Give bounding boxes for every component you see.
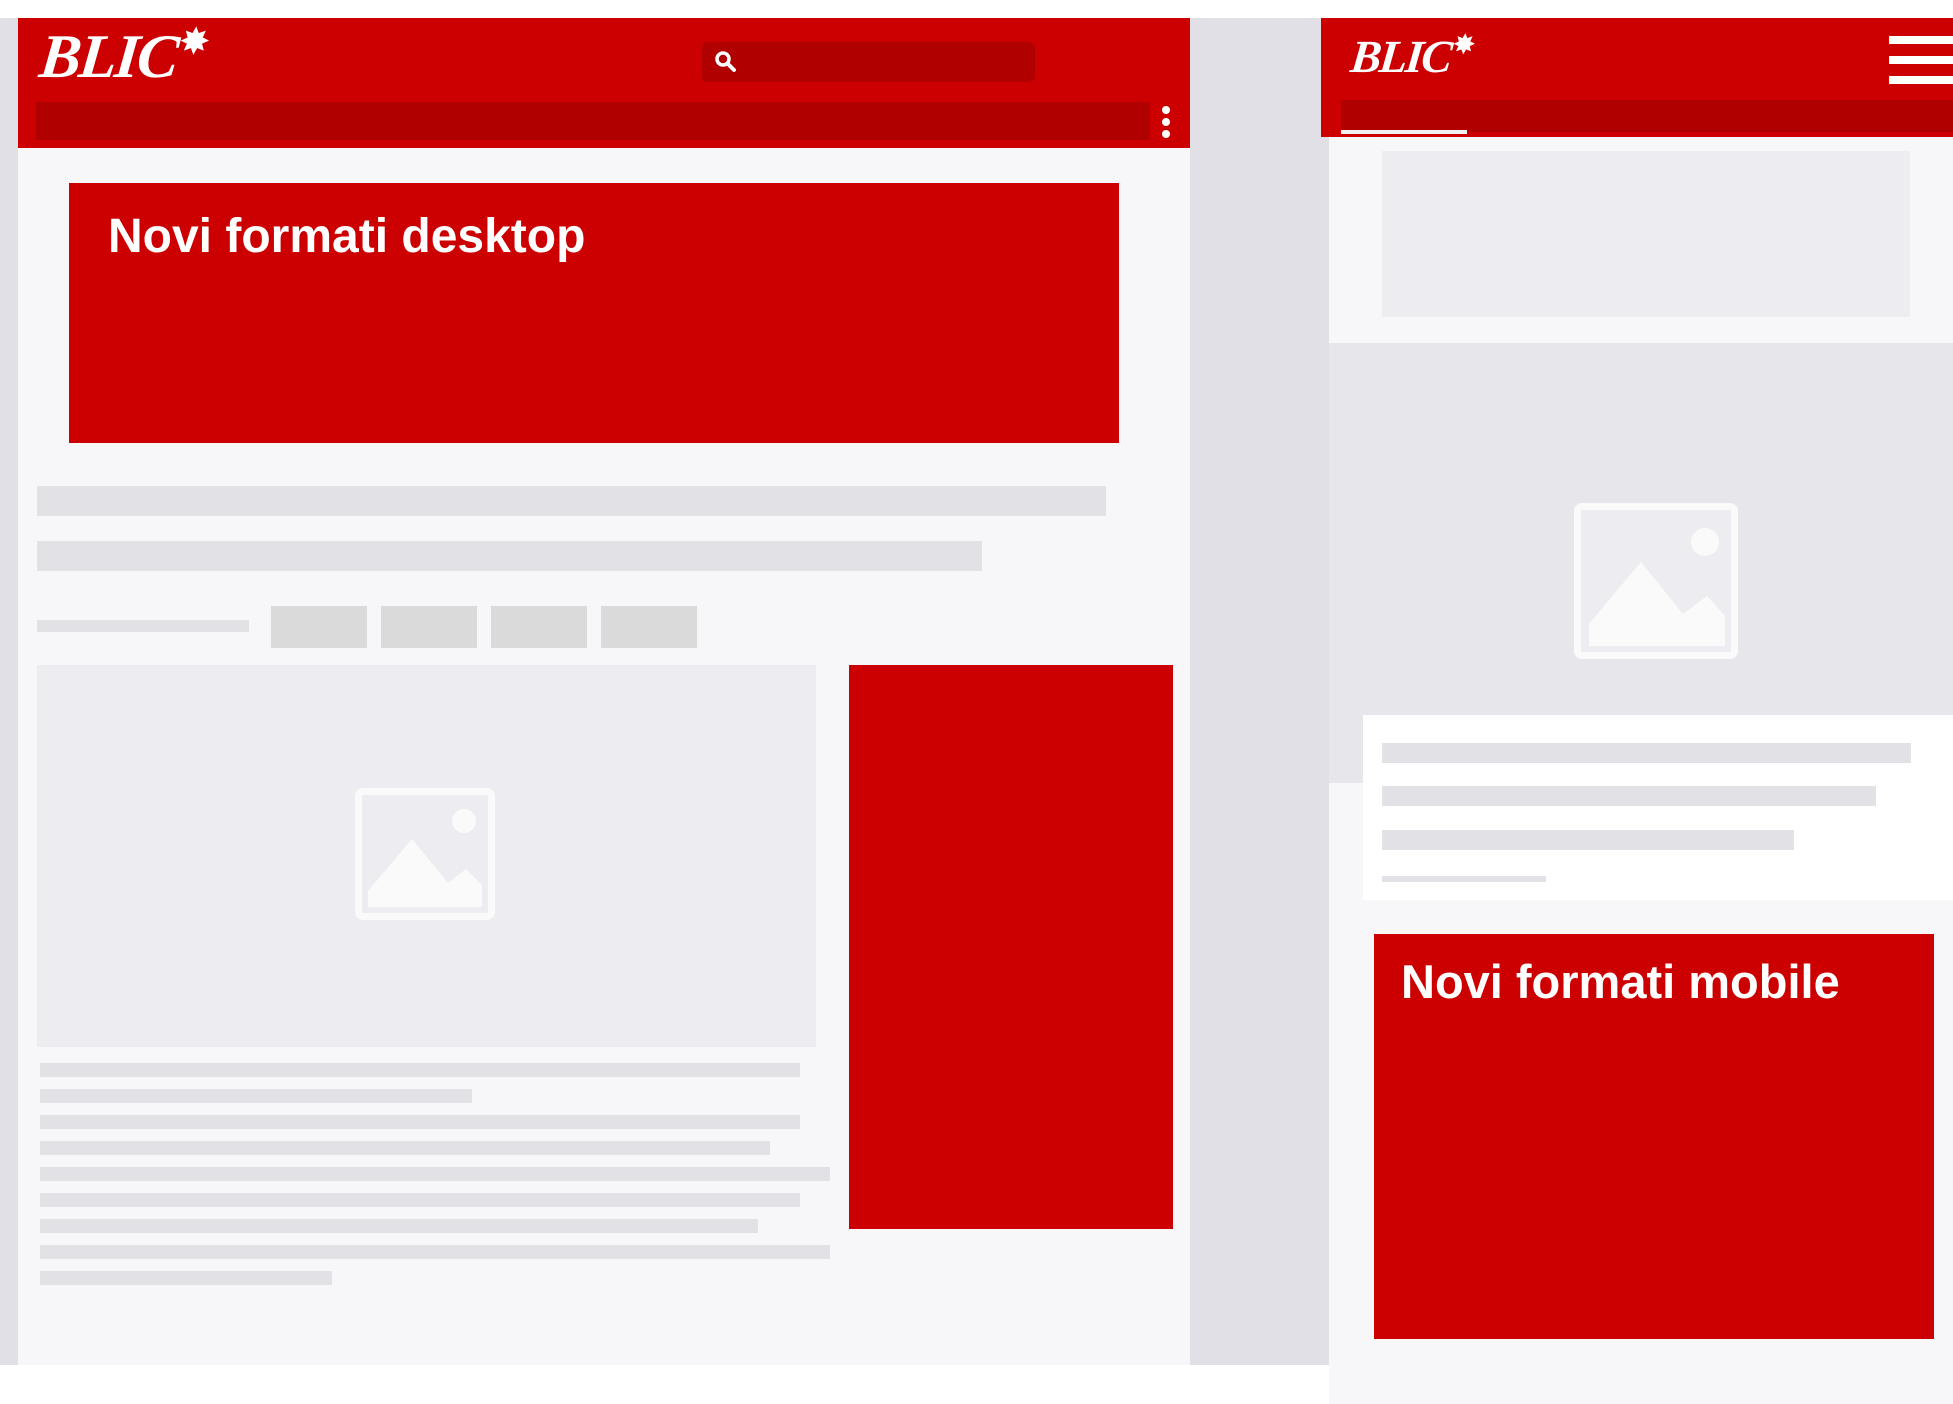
headline-placeholder [1382, 830, 1794, 850]
body-text-placeholder [40, 1167, 830, 1181]
mobile-banner[interactable]: Novi formati mobile [1374, 934, 1934, 1339]
mobile-mockup: BLIC✸ Novi formati mobile [1321, 18, 1953, 1404]
headline-placeholder [37, 541, 982, 571]
desktop-logo[interactable]: BLIC✸ [36, 22, 209, 93]
mobile-top-ad-placeholder [1382, 151, 1910, 317]
mobile-nav-active-indicator [1341, 130, 1467, 134]
mobile-header: BLIC✸ [1321, 18, 1953, 137]
logo-burst-icon: ✸ [1452, 31, 1475, 59]
body-text-placeholder [40, 1115, 800, 1129]
image-placeholder-icon [355, 788, 495, 920]
headline-placeholder [37, 486, 1106, 516]
desktop-nav-bar[interactable] [36, 102, 1150, 140]
hamburger-menu-icon[interactable] [1889, 34, 1953, 86]
kebab-menu-icon[interactable] [1156, 104, 1176, 144]
image-placeholder-icon [1574, 503, 1738, 659]
mobile-banner-title: Novi formati mobile [1401, 955, 1840, 1008]
body-text-placeholder [40, 1219, 758, 1233]
body-text-placeholder [40, 1063, 800, 1077]
desktop-banner[interactable]: Novi formati desktop [69, 183, 1119, 443]
meta-placeholder [1382, 876, 1546, 882]
desktop-banner-title: Novi formati desktop [108, 210, 586, 263]
body-text-placeholder [40, 1245, 830, 1259]
mobile-nav-bar[interactable] [1341, 100, 1953, 132]
tag-pill[interactable] [381, 606, 477, 648]
desktop-header: BLIC✸ [18, 18, 1190, 148]
mobile-article-card[interactable] [1363, 715, 1953, 900]
search-icon[interactable] [712, 48, 740, 76]
body-text-placeholder [40, 1271, 332, 1285]
tag-pill[interactable] [271, 606, 367, 648]
tag-pill[interactable] [491, 606, 587, 648]
meta-placeholder [37, 620, 249, 632]
mobile-logo[interactable]: BLIC✸ [1348, 30, 1474, 83]
article-image [37, 665, 816, 1047]
headline-placeholder [1382, 743, 1911, 763]
body-text-placeholder [40, 1089, 472, 1103]
body-text-placeholder [40, 1193, 800, 1207]
headline-placeholder [1382, 786, 1876, 806]
tag-pill[interactable] [601, 606, 697, 648]
logo-burst-icon: ✸ [178, 24, 209, 61]
desktop-sidebar-ad[interactable] [849, 665, 1173, 1229]
mobile-logo-text: BLIC [1348, 31, 1454, 82]
desktop-logo-text: BLIC [36, 23, 181, 91]
body-text-placeholder [40, 1141, 770, 1155]
desktop-search-input[interactable] [702, 42, 1035, 82]
desktop-mockup: BLIC✸ Novi formati desktop [18, 18, 1190, 1365]
